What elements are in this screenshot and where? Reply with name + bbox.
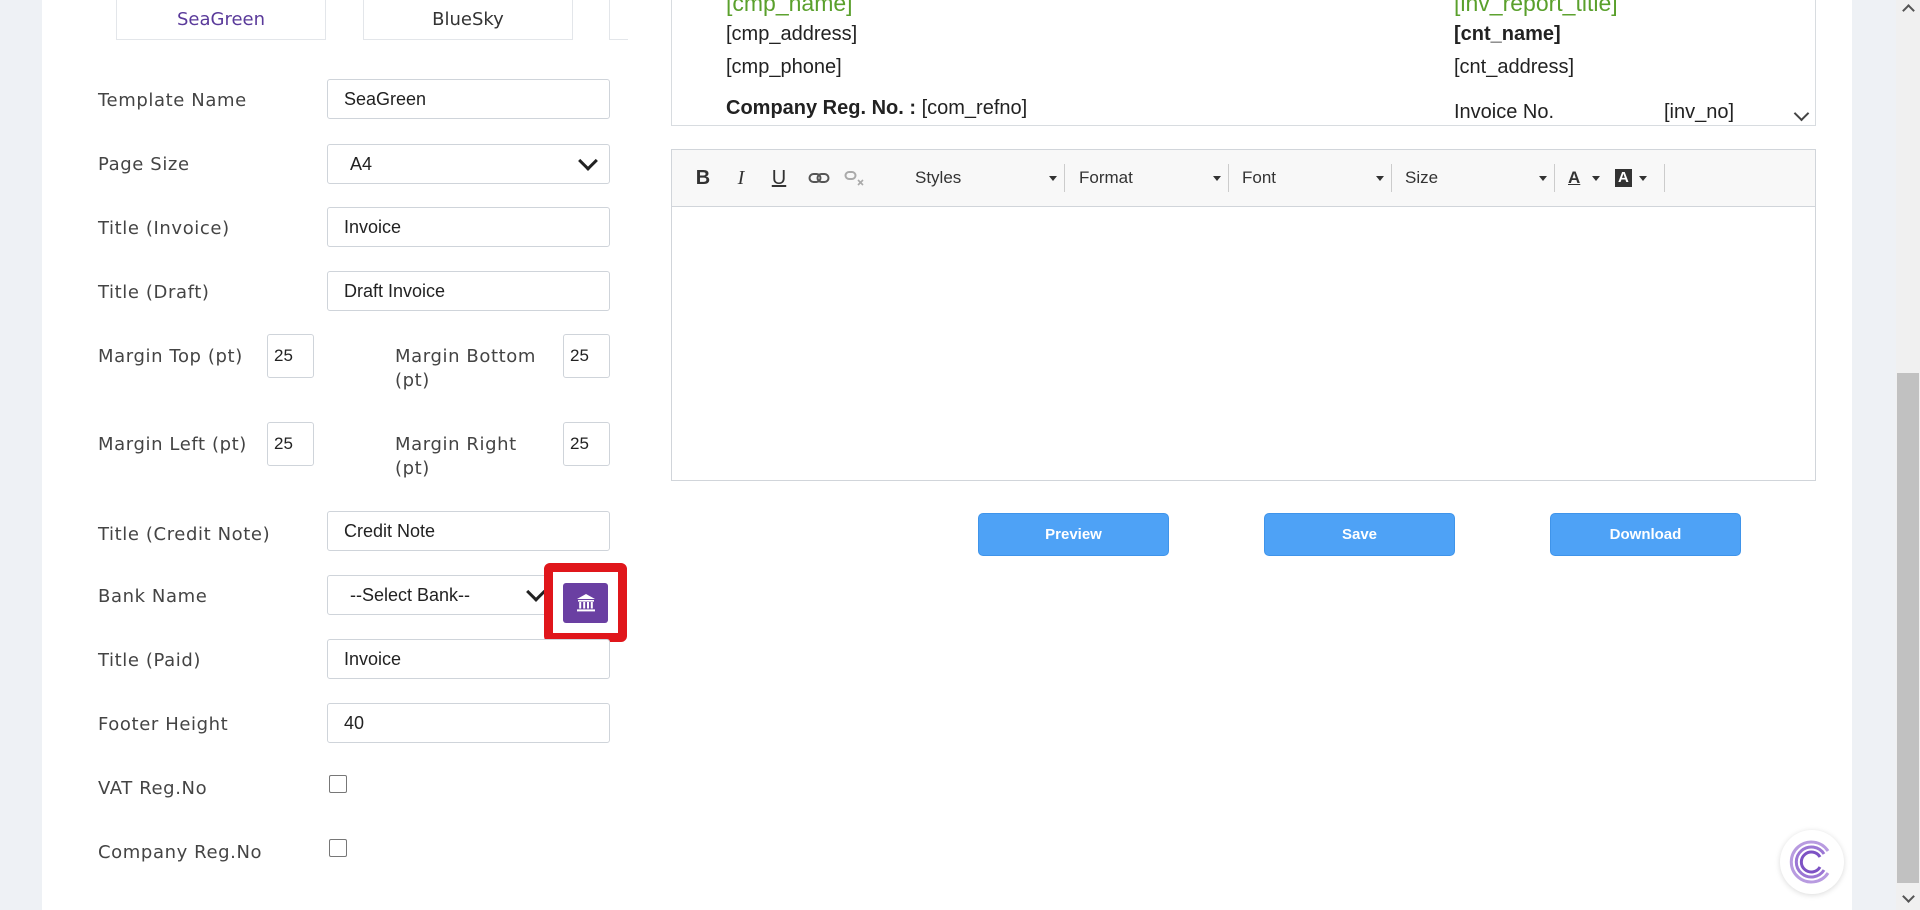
margin-bottom-label-line2: (pt) [395, 370, 430, 391]
margin-bottom-label-line1: Margin Bottom [395, 346, 537, 367]
bank-button-highlight [544, 563, 627, 642]
preview-contact-name: [cnt_name] [1454, 23, 1561, 45]
title-invoice-input[interactable]: Invoice [327, 207, 610, 247]
bank-name-value: --Select Bank-- [350, 584, 471, 605]
template-tab-seagreen[interactable]: SeaGreen [116, 0, 326, 40]
margin-left-label: Margin Left (pt) [98, 434, 247, 455]
vat-reg-label: VAT Reg.No [98, 778, 208, 799]
italic-button[interactable]: I [730, 164, 752, 192]
link-icon [808, 173, 830, 183]
bold-button[interactable]: B [692, 164, 714, 192]
toolbar-separator [1664, 164, 1665, 192]
template-tab-label: BlueSky [432, 9, 504, 30]
preview-company-reg-value: [com_refno] [921, 97, 1028, 119]
page-size-label: Page Size [98, 154, 190, 175]
preview-report-title: [inv_report_title] [1454, 0, 1618, 16]
unlink-button[interactable] [842, 164, 868, 192]
margin-right-label: Margin Right (pt) [395, 433, 517, 481]
background-color-button[interactable]: A [1615, 164, 1649, 192]
toolbar-separator [1064, 164, 1065, 192]
template-name-input[interactable]: SeaGreen [327, 79, 610, 119]
title-draft-label: Title (Draft) [98, 282, 210, 303]
template-tab-bluesky[interactable]: BlueSky [363, 0, 573, 40]
preview-button[interactable]: Preview [978, 513, 1169, 556]
unlink-icon [844, 171, 864, 186]
preview-contact-address: [cnt_address] [1454, 56, 1575, 78]
preview-company-address: [cmp_address] [726, 23, 858, 45]
vat-reg-checkbox[interactable] [329, 775, 347, 793]
footer-height-input[interactable]: 40 [327, 703, 610, 743]
margin-bottom-input[interactable]: 25 [563, 334, 610, 378]
link-button[interactable] [806, 164, 832, 192]
margin-right-label-line1: Margin Right [395, 434, 517, 455]
caret-down-icon [1213, 176, 1221, 181]
preview-invoice-no-label: Invoice No. [1454, 101, 1555, 123]
preview-company-reg: Company Reg. No. : [com_refno] [726, 97, 1027, 120]
chat-widget-button[interactable] [1780, 830, 1844, 894]
toolbar-separator [1554, 164, 1555, 192]
margin-right-input[interactable]: 25 [563, 422, 610, 466]
footer-height-label: Footer Height [98, 714, 229, 735]
page-size-select[interactable]: A4 [327, 144, 610, 184]
rich-text-editor: B I U Styles Format Font Size A A [671, 149, 1816, 481]
preview-company-phone: [cmp_phone] [726, 56, 842, 78]
underline-button[interactable]: U [768, 164, 790, 192]
editor-toolbar: B I U Styles Format Font Size A A [672, 150, 1815, 207]
margin-top-label: Margin Top (pt) [98, 346, 243, 367]
template-tab-label: SeaGreen [176, 9, 266, 30]
scroll-up-icon[interactable] [1902, 4, 1915, 17]
size-label: Size [1405, 168, 1439, 187]
caret-down-icon [1639, 176, 1647, 181]
title-credit-label: Title (Credit Note) [98, 524, 271, 545]
bank-name-label: Bank Name [98, 586, 208, 607]
preview-scroll-down-icon[interactable] [1793, 105, 1810, 122]
title-credit-input[interactable]: Credit Note [327, 511, 610, 551]
text-color-button[interactable]: A [1568, 164, 1602, 192]
title-draft-input[interactable]: Draft Invoice [327, 271, 610, 311]
preview-company-reg-label: Company Reg. No. : [726, 97, 917, 119]
margin-bottom-label: Margin Bottom (pt) [395, 345, 536, 393]
company-reg-checkbox[interactable] [329, 839, 347, 857]
template-tab-partial[interactable] [609, 0, 628, 40]
font-dropdown[interactable]: Font [1242, 164, 1386, 192]
editor-content-area[interactable] [672, 207, 1815, 481]
title-paid-input[interactable]: Invoice [327, 639, 610, 679]
scroll-down-icon[interactable] [1902, 890, 1915, 903]
format-dropdown[interactable]: Format [1079, 164, 1223, 192]
invoice-preview: [cmp_name] [cmp_address] [cmp_phone] Com… [671, 0, 1816, 126]
save-button[interactable]: Save [1264, 513, 1455, 556]
format-label: Format [1079, 168, 1133, 187]
preview-invoice-no-value: [inv_no] [1664, 101, 1735, 123]
styles-label: Styles [915, 168, 962, 187]
margin-right-label-line2: (pt) [395, 458, 430, 479]
title-paid-label: Title (Paid) [98, 650, 202, 671]
caret-down-icon [1592, 176, 1600, 181]
template-name-label: Template Name [98, 90, 247, 111]
bank-icon [576, 593, 595, 611]
caret-down-icon [1376, 176, 1384, 181]
caret-down-icon [1539, 176, 1547, 181]
size-dropdown[interactable]: Size [1405, 164, 1549, 192]
bank-name-select[interactable]: --Select Bank-- [327, 575, 550, 615]
styles-dropdown[interactable]: Styles [915, 164, 1059, 192]
chevron-down-icon [578, 151, 598, 171]
margin-top-input[interactable]: 25 [267, 334, 314, 378]
download-button[interactable]: Download [1550, 513, 1741, 556]
font-label: Font [1242, 168, 1277, 187]
chevron-down-icon [526, 582, 546, 602]
margin-left-input[interactable]: 25 [267, 422, 314, 466]
add-bank-button[interactable] [563, 582, 608, 623]
page-size-value: A4 [350, 153, 373, 174]
toolbar-separator [1391, 164, 1392, 192]
chat-logo-icon [1789, 840, 1830, 884]
caret-down-icon [1049, 176, 1057, 181]
background-color-icon: A [1615, 169, 1632, 187]
toolbar-separator [1228, 164, 1229, 192]
company-reg-label: Company Reg.No [98, 842, 263, 863]
title-invoice-label: Title (Invoice) [98, 218, 230, 239]
scrollbar-thumb[interactable] [1897, 373, 1919, 883]
text-color-icon: A [1568, 168, 1581, 187]
page-scrollbar[interactable] [1896, 0, 1920, 910]
preview-company-name: [cmp_name] [726, 0, 853, 16]
